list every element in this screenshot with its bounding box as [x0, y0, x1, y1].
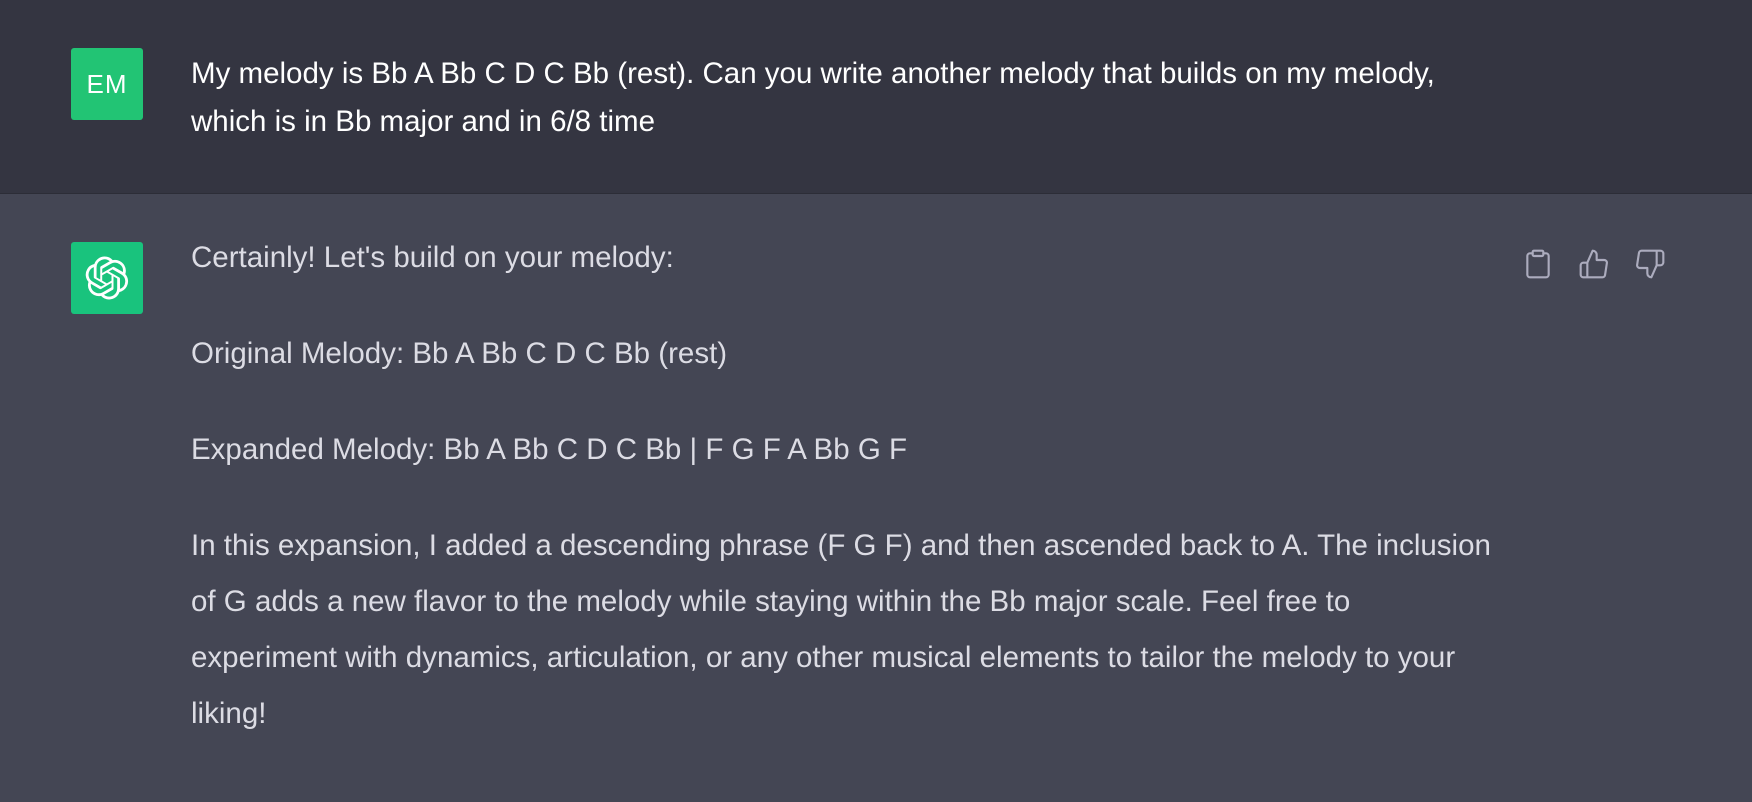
- openai-logo-icon: [85, 256, 129, 300]
- user-message-text: My melody is Bb A Bb C D C Bb (rest). Ca…: [191, 57, 1435, 138]
- thumbs-down-icon: [1636, 249, 1665, 279]
- thumbs-down-button[interactable]: [1632, 246, 1668, 282]
- assistant-paragraph: Expanded Melody: Bb A Bb C D C Bb | F G …: [191, 433, 907, 466]
- thumbs-up-icon: [1579, 249, 1608, 279]
- thumbs-up-button[interactable]: [1576, 246, 1612, 282]
- assistant-message-row: Certainly! Let's build on your melody: O…: [0, 194, 1752, 802]
- assistant-paragraph: Certainly! Let's build on your melody:: [191, 241, 674, 274]
- assistant-avatar: [71, 242, 143, 314]
- copy-button[interactable]: [1520, 246, 1556, 282]
- copy-icon: [1526, 249, 1550, 279]
- user-avatar-initials: EM: [86, 68, 128, 99]
- assistant-paragraph: In this expansion, I added a descending …: [191, 529, 1491, 730]
- assistant-message-text: Certainly! Let's build on your melody: O…: [191, 230, 1491, 742]
- user-message-row: EM My melody is Bb A Bb C D C Bb (rest).…: [0, 0, 1752, 194]
- assistant-paragraph: Original Melody: Bb A Bb C D C Bb (rest): [191, 337, 728, 370]
- user-avatar: EM: [71, 48, 143, 120]
- message-actions: [1520, 246, 1668, 282]
